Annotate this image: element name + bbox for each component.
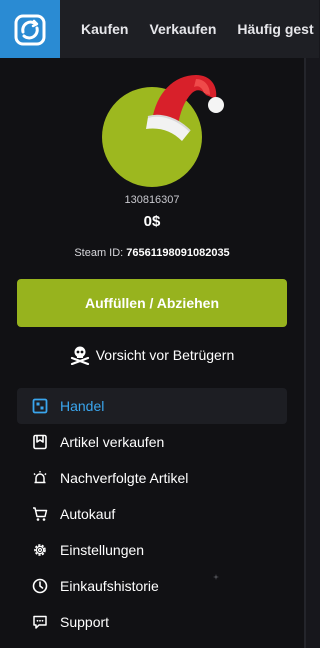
gear-icon: [34, 544, 46, 556]
sidebar-item-label: Nachverfolgte Artikel: [60, 470, 189, 486]
chat-icon: [33, 615, 47, 629]
main-nav: Kaufen Verkaufen Häufig gest: [81, 0, 319, 58]
main-content-area: [306, 58, 319, 648]
sidebar-menu: Handel Artikel verkaufen Nachverfolgte A…: [17, 388, 287, 640]
user-id: 130816307: [124, 194, 180, 206]
sidebar-item-purchase-history[interactable]: Einkaufshistorie: [17, 568, 287, 604]
steam-id-label: Steam ID:: [74, 247, 124, 259]
sidebar-item-label: Artikel verkaufen: [60, 434, 165, 450]
sidebar-item-tracked-items[interactable]: Nachverfolgte Artikel: [17, 460, 287, 496]
nav-item-sell[interactable]: Verkaufen: [149, 21, 216, 37]
sparkle-icon: [213, 574, 219, 580]
user-sidebar: 130816307 0$ Steam ID: 76561198091082035…: [0, 58, 304, 648]
skull-crossbones-icon: [70, 346, 89, 365]
avatar[interactable]: [102, 75, 224, 197]
sidebar-item-settings[interactable]: Einstellungen: [17, 532, 287, 568]
trade-icon: [32, 398, 48, 414]
tracked-icon: [33, 471, 47, 484]
clock-icon: [32, 578, 48, 594]
top-navigation-bar: Kaufen Verkaufen Häufig gest: [0, 0, 319, 58]
sidebar-item-label: Einstellungen: [60, 542, 145, 558]
santa-hat-icon: [146, 75, 224, 141]
sidebar-item-trade[interactable]: Handel: [17, 388, 287, 424]
nav-item-faq[interactable]: Häufig gest: [237, 21, 313, 37]
scam-warning-link[interactable]: Vorsicht vor Betrügern: [0, 345, 304, 365]
sell-icon: [33, 434, 47, 450]
balance: 0$: [143, 213, 161, 230]
sidebar-item-autobuy[interactable]: Autokauf: [17, 496, 287, 532]
steam-id-line: Steam ID: 76561198091082035: [0, 247, 304, 259]
cart-icon: [33, 507, 48, 521]
sidebar-item-sell-items[interactable]: Artikel verkaufen: [17, 424, 287, 460]
steam-id-value: 76561198091082035: [126, 247, 230, 259]
sidebar-item-label: Autokauf: [60, 506, 116, 522]
logo[interactable]: [0, 0, 60, 58]
sidebar-item-label: Support: [60, 614, 110, 630]
deposit-withdraw-button[interactable]: Auffüllen / Abziehen: [17, 279, 287, 327]
sidebar-item-label: Handel: [60, 398, 105, 414]
refresh-circle-logo-icon: [14, 14, 46, 46]
sidebar-item-support[interactable]: Support: [17, 604, 287, 640]
scam-warning-label: Vorsicht vor Betrügern: [95, 347, 235, 363]
nav-item-buy[interactable]: Kaufen: [81, 21, 128, 37]
sidebar-item-label: Einkaufshistorie: [60, 578, 159, 594]
